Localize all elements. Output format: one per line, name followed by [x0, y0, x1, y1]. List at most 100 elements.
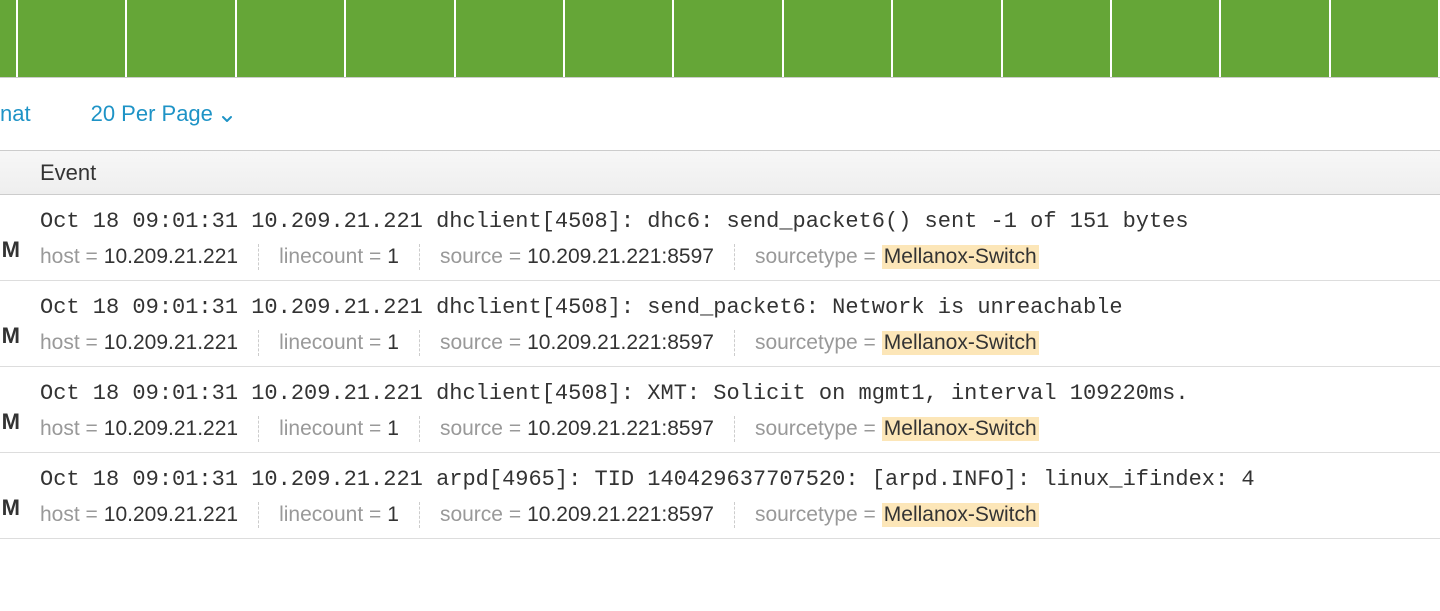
meta-value: 10.209.21.221: [104, 417, 238, 441]
timeline-cell[interactable]: [346, 0, 455, 77]
meta-value: 10.209.21.221:8597: [527, 331, 714, 355]
meta-host[interactable]: host = 10.209.21.221: [40, 331, 258, 355]
meta-linecount[interactable]: linecount = 1: [279, 245, 419, 269]
meta-value: 1: [387, 331, 399, 355]
timeline-cell[interactable]: [674, 0, 783, 77]
meta-divider: [734, 330, 735, 356]
meta-divider: [419, 244, 420, 270]
meta-host[interactable]: host = 10.209.21.221: [40, 245, 258, 269]
format-link[interactable]: nat: [0, 101, 31, 127]
meta-key: linecount =: [279, 503, 381, 527]
timeline-cell[interactable]: [237, 0, 346, 77]
meta-key: sourcetype =: [755, 503, 876, 527]
meta-linecount[interactable]: linecount = 1: [279, 331, 419, 355]
timeline-cell[interactable]: [1331, 0, 1440, 77]
meta-key: source =: [440, 503, 521, 527]
meta-value: 10.209.21.221: [104, 503, 238, 527]
event-raw[interactable]: Oct 18 09:01:31 10.209.21.221 dhclient[4…: [40, 295, 1440, 320]
meta-key: source =: [440, 245, 521, 269]
timeline-cell[interactable]: [1221, 0, 1330, 77]
meta-divider: [258, 330, 259, 356]
event-row: M Oct 18 09:01:31 10.209.21.221 dhclient[…: [0, 195, 1440, 281]
timeline-cell[interactable]: [893, 0, 1002, 77]
meta-divider: [258, 416, 259, 442]
meta-value: 10.209.21.221:8597: [527, 245, 714, 269]
event-row: M Oct 18 09:01:31 10.209.21.221 arpd[4965…: [0, 453, 1440, 539]
meta-key: source =: [440, 331, 521, 355]
timeline-cell[interactable]: [456, 0, 565, 77]
meta-host[interactable]: host = 10.209.21.221: [40, 417, 258, 441]
meta-key: linecount =: [279, 245, 381, 269]
event-meta: host = 10.209.21.221 linecount = 1 source …: [40, 244, 1440, 270]
results-controls: nat 20 Per Page: [0, 78, 1440, 150]
meta-linecount[interactable]: linecount = 1: [279, 503, 419, 527]
meta-key: sourcetype =: [755, 245, 876, 269]
timeline-bar[interactable]: [0, 0, 1440, 78]
event-content: Oct 18 09:01:31 10.209.21.221 dhclient[4…: [20, 209, 1440, 270]
per-page-label: 20 Per Page: [91, 101, 213, 127]
meta-value: Mellanox-Switch: [882, 417, 1039, 441]
timeline-cell[interactable]: [18, 0, 127, 77]
event-content: Oct 18 09:01:31 10.209.21.221 arpd[4965]…: [20, 467, 1440, 528]
meta-divider: [419, 330, 420, 356]
meta-divider: [734, 244, 735, 270]
meta-value: 10.209.21.221:8597: [527, 503, 714, 527]
timeline-cell[interactable]: [127, 0, 236, 77]
timeline-cell[interactable]: [1112, 0, 1221, 77]
meta-key: linecount =: [279, 331, 381, 355]
event-meta: host = 10.209.21.221 linecount = 1 source …: [40, 416, 1440, 442]
meta-key: host =: [40, 245, 98, 269]
event-time-marker: M: [0, 209, 20, 270]
meta-value: Mellanox-Switch: [882, 245, 1039, 269]
meta-sourcetype[interactable]: sourcetype = Mellanox-Switch: [755, 331, 1059, 355]
meta-key: linecount =: [279, 417, 381, 441]
meta-source[interactable]: source = 10.209.21.221:8597: [440, 331, 734, 355]
event-time-marker: M: [0, 295, 20, 356]
col-event-header: Event: [20, 160, 96, 186]
meta-sourcetype[interactable]: sourcetype = Mellanox-Switch: [755, 417, 1059, 441]
event-row: M Oct 18 09:01:31 10.209.21.221 dhclient[…: [0, 367, 1440, 453]
timeline-cell[interactable]: [0, 0, 18, 77]
meta-value: 10.209.21.221: [104, 331, 238, 355]
meta-value: Mellanox-Switch: [882, 331, 1039, 355]
event-time-marker: M: [0, 467, 20, 528]
event-raw[interactable]: Oct 18 09:01:31 10.209.21.221 dhclient[4…: [40, 209, 1440, 234]
meta-key: sourcetype =: [755, 417, 876, 441]
timeline-cell[interactable]: [1003, 0, 1112, 77]
meta-key: host =: [40, 503, 98, 527]
event-content: Oct 18 09:01:31 10.209.21.221 dhclient[4…: [20, 295, 1440, 356]
meta-source[interactable]: source = 10.209.21.221:8597: [440, 245, 734, 269]
event-row: M Oct 18 09:01:31 10.209.21.221 dhclient[…: [0, 281, 1440, 367]
event-meta: host = 10.209.21.221 linecount = 1 source …: [40, 330, 1440, 356]
meta-source[interactable]: source = 10.209.21.221:8597: [440, 503, 734, 527]
event-raw[interactable]: Oct 18 09:01:31 10.209.21.221 arpd[4965]…: [40, 467, 1440, 492]
chevron-down-icon: [219, 107, 233, 121]
meta-host[interactable]: host = 10.209.21.221: [40, 503, 258, 527]
meta-value: 10.209.21.221:8597: [527, 417, 714, 441]
per-page-dropdown[interactable]: 20 Per Page: [91, 101, 233, 127]
meta-source[interactable]: source = 10.209.21.221:8597: [440, 417, 734, 441]
meta-value: 1: [387, 503, 399, 527]
meta-divider: [258, 244, 259, 270]
meta-key: sourcetype =: [755, 331, 876, 355]
event-time-marker: M: [0, 381, 20, 442]
meta-value: 1: [387, 417, 399, 441]
meta-key: host =: [40, 331, 98, 355]
meta-divider: [734, 416, 735, 442]
timeline-cell[interactable]: [784, 0, 893, 77]
event-meta: host = 10.209.21.221 linecount = 1 source …: [40, 502, 1440, 528]
event-raw[interactable]: Oct 18 09:01:31 10.209.21.221 dhclient[4…: [40, 381, 1440, 406]
events-list: M Oct 18 09:01:31 10.209.21.221 dhclient[…: [0, 195, 1440, 539]
meta-divider: [258, 502, 259, 528]
meta-value: Mellanox-Switch: [882, 503, 1039, 527]
meta-divider: [419, 416, 420, 442]
meta-sourcetype[interactable]: sourcetype = Mellanox-Switch: [755, 503, 1059, 527]
meta-divider: [734, 502, 735, 528]
meta-key: source =: [440, 417, 521, 441]
event-content: Oct 18 09:01:31 10.209.21.221 dhclient[4…: [20, 381, 1440, 442]
meta-divider: [419, 502, 420, 528]
timeline-cell[interactable]: [565, 0, 674, 77]
results-header: Event: [0, 150, 1440, 195]
meta-sourcetype[interactable]: sourcetype = Mellanox-Switch: [755, 245, 1059, 269]
meta-linecount[interactable]: linecount = 1: [279, 417, 419, 441]
